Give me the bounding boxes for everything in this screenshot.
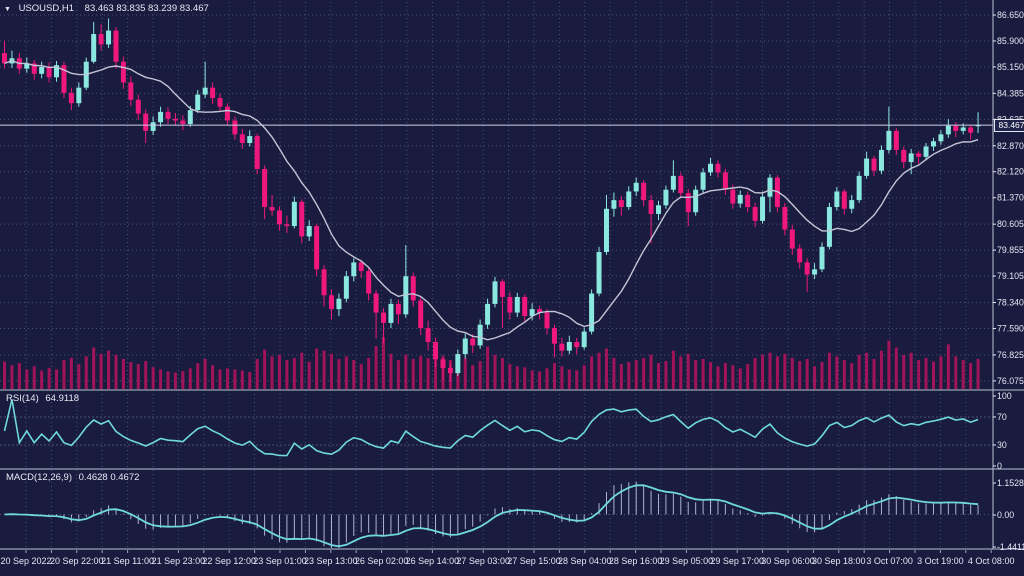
svg-text:100: 100 (997, 391, 1012, 401)
svg-text:79.105: 79.105 (997, 271, 1024, 281)
macd-caption: MACD(12,26,9) 0.4628 0.4672 (6, 472, 139, 483)
svg-text:1.1528: 1.1528 (997, 478, 1024, 488)
svg-text:20 Sep 22:00: 20 Sep 22:00 (50, 556, 104, 566)
svg-text:3 Oct 07:00: 3 Oct 07:00 (866, 556, 913, 566)
svg-text:85.150: 85.150 (997, 62, 1024, 72)
svg-text:82.120: 82.120 (997, 167, 1024, 177)
chart-title: ▼ USOUSD,H1 83.463 83.835 83.239 83.467 (4, 3, 209, 15)
volume-bars (3, 337, 980, 389)
time-axis[interactable]: 20 Sep 202220 Sep 22:0021 Sep 11:0021 Se… (0, 550, 1014, 566)
macd-value: 0.4628 0.4672 (79, 472, 140, 483)
svg-text:0: 0 (997, 461, 1002, 471)
svg-text:0.00: 0.00 (997, 510, 1014, 520)
svg-text:4 Oct 08:00: 4 Oct 08:00 (968, 556, 1015, 566)
candles (0, 18, 993, 381)
svg-text:76.825: 76.825 (997, 350, 1024, 360)
macd-signal-line (5, 485, 979, 546)
svg-text:86.650: 86.650 (997, 10, 1024, 20)
rsi-caption: RSI(14) 64.9118 (6, 393, 79, 404)
svg-text:80.605: 80.605 (997, 219, 1024, 229)
svg-text:85.900: 85.900 (997, 36, 1024, 46)
svg-text:29 Sep 05:00: 29 Sep 05:00 (660, 556, 714, 566)
svg-text:28 Sep 04:00: 28 Sep 04:00 (558, 556, 612, 566)
price-axis[interactable]: 86.65085.90085.15084.38583.63582.87082.1… (993, 10, 1024, 552)
svg-text:30 Sep 18:00: 30 Sep 18:00 (812, 556, 866, 566)
indicator-panels (0, 400, 993, 549)
svg-text:28 Sep 16:00: 28 Sep 16:00 (609, 556, 663, 566)
svg-text:81.370: 81.370 (997, 193, 1024, 203)
svg-text:26 Sep 02:00: 26 Sep 02:00 (355, 556, 409, 566)
rsi-line (5, 400, 979, 456)
svg-text:29 Sep 17:00: 29 Sep 17:00 (710, 556, 764, 566)
svg-text:20 Sep 2022: 20 Sep 2022 (0, 556, 51, 566)
chart-canvas[interactable]: 86.65085.90085.15084.38583.63582.87082.1… (0, 0, 1024, 576)
svg-text:78.340: 78.340 (997, 298, 1024, 308)
svg-text:76.075: 76.075 (997, 376, 1024, 386)
svg-text:21 Sep 11:00: 21 Sep 11:00 (101, 556, 154, 566)
current-price-tag: 83.467 (994, 119, 1024, 132)
svg-text:23 Sep 13:00: 23 Sep 13:00 (304, 556, 358, 566)
grid (0, 2, 993, 549)
svg-text:84.385: 84.385 (997, 88, 1024, 98)
svg-text:27 Sep 15:00: 27 Sep 15:00 (507, 556, 561, 566)
symbol-label: USOUSD,H1 (19, 3, 74, 14)
svg-text:79.855: 79.855 (997, 245, 1024, 255)
rsi-value: 64.9118 (45, 393, 79, 404)
svg-text:26 Sep 14:00: 26 Sep 14:00 (406, 556, 460, 566)
rsi-label: RSI(14) (6, 393, 39, 404)
svg-text:-1.4411: -1.4411 (997, 542, 1024, 552)
macd-label: MACD(12,26,9) (6, 472, 72, 483)
svg-text:22 Sep 12:00: 22 Sep 12:00 (202, 556, 256, 566)
svg-text:70: 70 (997, 412, 1007, 422)
svg-text:23 Sep 01:00: 23 Sep 01:00 (253, 556, 307, 566)
axes[interactable]: 86.65085.90085.15084.38583.63582.87082.1… (0, 0, 1024, 566)
svg-text:82.870: 82.870 (997, 141, 1024, 151)
mt5-chart-window: 86.65085.90085.15084.38583.63582.87082.1… (0, 0, 1024, 576)
svg-text:30 Sep 06:00: 30 Sep 06:00 (761, 556, 815, 566)
moving-average-line (5, 61, 979, 340)
svg-text:3 Oct 19:00: 3 Oct 19:00 (917, 556, 964, 566)
svg-text:77.590: 77.590 (997, 323, 1024, 333)
ohlc-readout: 83.463 83.835 83.239 83.467 (85, 3, 209, 14)
symbol-dropdown-icon[interactable]: ▼ (4, 6, 11, 13)
svg-text:21 Sep 23:00: 21 Sep 23:00 (152, 556, 206, 566)
svg-text:30: 30 (997, 440, 1007, 450)
svg-text:27 Sep 03:00: 27 Sep 03:00 (456, 556, 510, 566)
